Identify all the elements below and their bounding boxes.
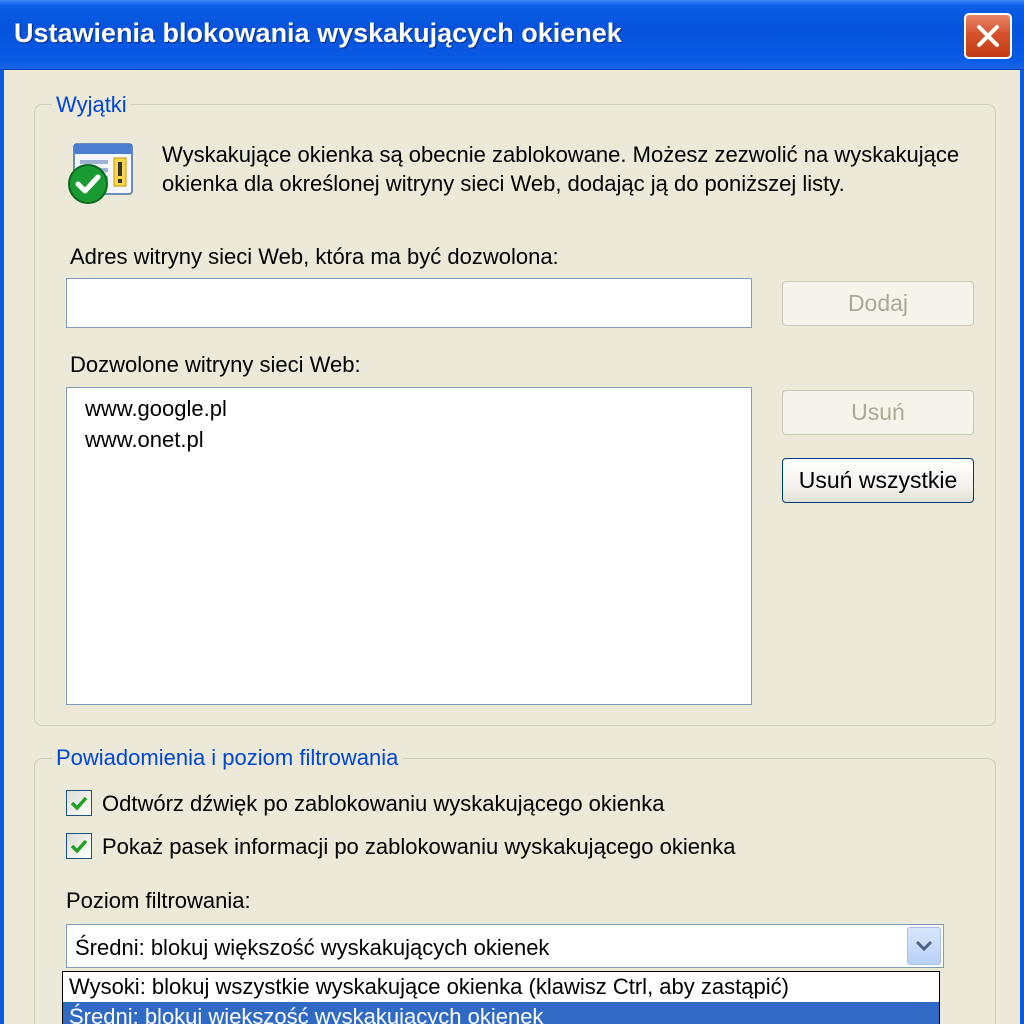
address-label: Adres witryny sieci Web, która ma być do… <box>70 244 559 269</box>
remove-button[interactable]: Usuń <box>782 390 974 435</box>
exceptions-legend: Wyjątki <box>52 92 131 118</box>
show-infobar-checkbox[interactable] <box>66 833 92 859</box>
play-sound-label[interactable]: Odtwórz dźwięk po zablokowaniu wyskakują… <box>102 791 665 817</box>
allowed-sites-list[interactable]: www.google.pl www.onet.pl <box>66 387 752 705</box>
dialog-body: Wyjątki Wyskakujące okienka są obecnie z… <box>0 70 1024 1024</box>
chevron-down-icon <box>915 940 933 952</box>
dropdown-option-medium[interactable]: Średni: blokuj większość wyskakujących o… <box>63 1002 939 1024</box>
info-text: Wyskakujące okienka są obecnie zablokowa… <box>162 142 960 196</box>
filter-level-select[interactable]: Średni: blokuj większość wyskakujących o… <box>66 924 944 968</box>
filter-level-value: Średni: blokuj większość wyskakujących o… <box>75 935 550 960</box>
dropdown-button[interactable] <box>907 927 941 965</box>
add-button[interactable]: Dodaj <box>782 281 974 326</box>
check-icon <box>70 839 88 854</box>
dropdown-option-high[interactable]: Wysoki: blokuj wszystkie wyskakujące oki… <box>63 972 939 1002</box>
list-item[interactable]: www.onet.pl <box>85 427 204 453</box>
allowed-sites-label: Dozwolone witryny sieci Web: <box>70 352 361 377</box>
address-input[interactable] <box>66 278 752 328</box>
title-bar[interactable]: Ustawienia blokowania wyskakujących okie… <box>0 0 1024 70</box>
remove-all-button[interactable]: Usuń wszystkie <box>782 458 974 503</box>
play-sound-checkbox[interactable] <box>66 790 92 816</box>
close-button[interactable] <box>964 13 1012 59</box>
window-title: Ustawienia blokowania wyskakujących okie… <box>14 18 622 48</box>
close-icon <box>977 25 999 47</box>
list-item[interactable]: www.google.pl <box>85 396 227 422</box>
show-infobar-label[interactable]: Pokaż pasek informacji po zablokowaniu w… <box>102 834 735 860</box>
check-icon <box>70 796 88 811</box>
notifications-legend: Powiadomienia i poziom filtrowania <box>52 745 403 771</box>
filter-level-label: Poziom filtrowania: <box>66 888 251 913</box>
popup-blocker-icon <box>68 143 133 204</box>
filter-level-dropdown[interactable]: Wysoki: blokuj wszystkie wyskakujące oki… <box>62 971 940 1024</box>
